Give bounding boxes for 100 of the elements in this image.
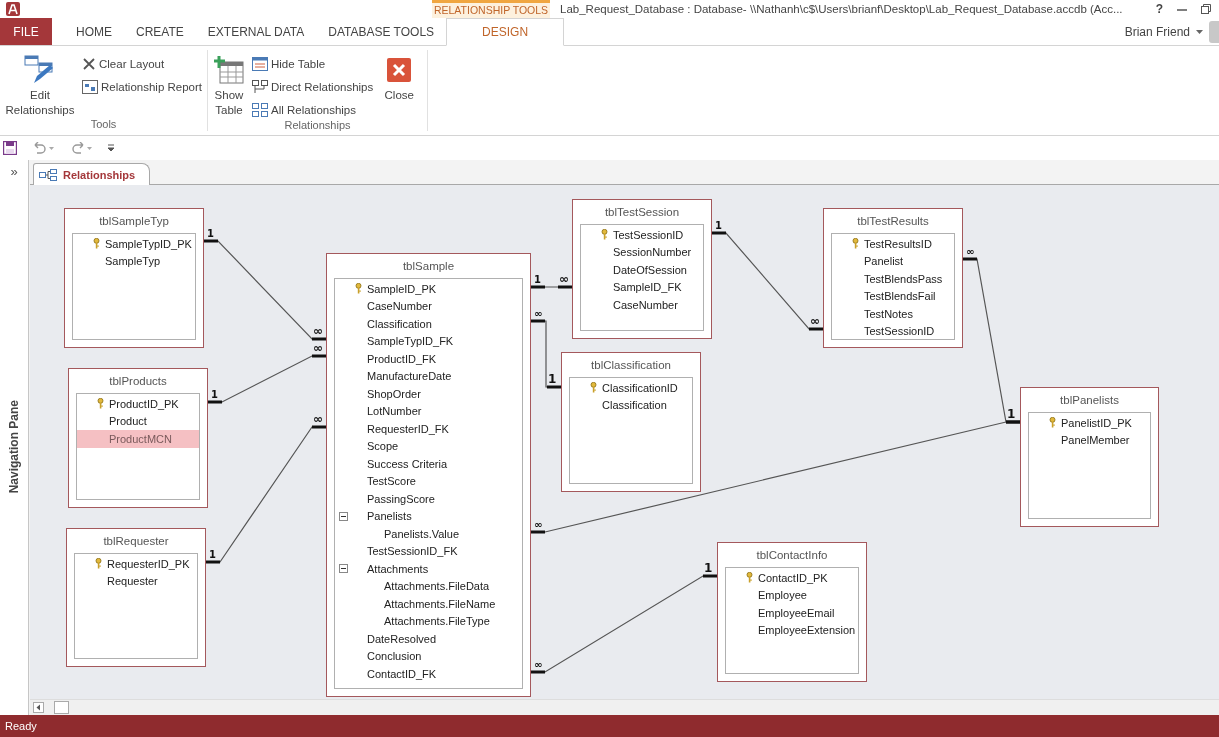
scroll-left-icon[interactable] <box>33 702 44 713</box>
field-row[interactable]: EmployeeEmail <box>726 604 858 622</box>
field-row[interactable]: ShopOrder <box>335 385 522 403</box>
document-tab[interactable]: Relationships <box>33 163 151 185</box>
field-row[interactable]: Attachments.FileType <box>335 612 522 630</box>
table-window[interactable]: tblClassification ClassificationID Classification <box>561 352 701 492</box>
ribbon-button[interactable]: Close <box>379 50 420 103</box>
field-row[interactable]: SampleTypID_PK <box>73 235 195 253</box>
field-row[interactable]: TestResultsID <box>832 235 954 253</box>
ribbon-tab[interactable]: EXTERNAL DATA <box>195 18 317 45</box>
collapse-icon[interactable] <box>338 564 348 574</box>
field-row[interactable]: PanelMember <box>1029 431 1150 449</box>
field-row[interactable]: Attachments.FileName <box>335 595 522 613</box>
field-row[interactable]: TestSessionID_FK <box>335 542 522 560</box>
field-row[interactable]: Scope <box>335 437 522 455</box>
field-row[interactable]: SampleID_PK <box>335 280 522 298</box>
field-row[interactable]: ProductMCN <box>77 430 199 448</box>
field-name: Attachments.FileType <box>383 615 491 628</box>
ribbon-tab[interactable]: DESIGN <box>446 18 565 46</box>
field-row[interactable]: DateOfSession <box>581 261 703 279</box>
field-name: CaseNumber <box>612 298 679 311</box>
ribbon-button[interactable]: All Relationships <box>252 100 374 119</box>
field-row[interactable]: Classification <box>335 315 522 333</box>
field-row[interactable]: TestNotes <box>832 305 954 323</box>
table-window[interactable]: tblRequester RequesterID_PK Requester <box>66 528 206 667</box>
field-row[interactable]: LotNumber <box>335 402 522 420</box>
field-name: CaseNumber <box>366 300 433 313</box>
field-row[interactable]: TestBlendsPass <box>832 270 954 288</box>
table-window[interactable]: tblProducts ProductID_PK Product ProductMCN <box>68 368 208 508</box>
field-row[interactable]: PassingScore <box>335 490 522 508</box>
field-row[interactable]: Success Criteria <box>335 455 522 473</box>
ribbon-button[interactable]: Relationship Report <box>82 77 202 96</box>
field-row[interactable]: Classification <box>570 396 692 414</box>
cardinality-label: ∞ <box>313 324 323 338</box>
table-window[interactable]: tblSampleTyp SampleTypID_PK SampleTyp <box>64 208 204 348</box>
ribbon-button[interactable]: Clear Layout <box>82 54 202 73</box>
field-row[interactable]: SampleID_FK <box>581 278 703 296</box>
customize-button[interactable] <box>107 144 115 152</box>
field-row[interactable]: PanelistID_PK <box>1029 414 1150 432</box>
field-row[interactable]: Panelists.Value <box>335 525 522 543</box>
field-row[interactable]: ProductID_PK <box>77 395 199 413</box>
save-icon <box>3 141 17 155</box>
field-row[interactable]: Conclusion <box>335 647 522 665</box>
field-row[interactable]: ContactID_FK <box>335 665 522 683</box>
ribbon-button[interactable]: Direct Relationships <box>252 77 374 96</box>
field-row[interactable]: SampleTyp <box>73 252 195 270</box>
field-row[interactable]: DateResolved <box>335 630 522 648</box>
app-icon[interactable] <box>6 2 20 16</box>
ribbon-button[interactable]: Show Table <box>212 50 246 118</box>
help-button[interactable]: ? <box>1155 2 1163 16</box>
table-name: tblRequester <box>103 535 169 547</box>
redo-button[interactable] <box>69 142 93 154</box>
scroll-thumb[interactable] <box>54 701 69 714</box>
field-row[interactable]: ClassificationID <box>570 379 692 397</box>
field-row[interactable]: SessionNumber <box>581 243 703 261</box>
field-row[interactable]: TestBlendsFail <box>832 287 954 305</box>
field-row[interactable]: EmployeeExtension <box>726 621 858 639</box>
ribbon-button[interactable]: Hide Table <box>252 54 374 73</box>
field-row[interactable]: Attachments.FileData <box>335 577 522 595</box>
field-row[interactable]: CaseNumber <box>335 297 522 315</box>
caret-icon[interactable] <box>1196 29 1203 34</box>
field-row[interactable]: Panelists <box>335 507 522 525</box>
table-window[interactable]: tblPanelists PanelistID_PK PanelMember <box>1020 387 1159 527</box>
field-row[interactable]: Product <box>77 412 199 430</box>
field-row[interactable]: RequesterID_PK <box>75 555 197 573</box>
cardinality-label: ∞ <box>313 412 323 426</box>
field-name: DateResolved <box>366 632 438 645</box>
field-name: Attachments.FileName <box>383 597 497 610</box>
field-name: Panelist <box>863 255 905 268</box>
field-row[interactable]: TestSessionID <box>581 226 703 244</box>
ribbon-tab[interactable]: HOME <box>64 18 124 45</box>
field-row[interactable]: Panelist <box>832 252 954 270</box>
table-window[interactable]: tblContactInfo ContactID_PK Employee EmployeeEmail EmployeeExtension <box>717 542 867 682</box>
collapse-icon[interactable] <box>338 511 348 521</box>
field-row[interactable]: Requester <box>75 572 197 590</box>
ribbon-button[interactable]: Edit Relationships <box>4 50 76 118</box>
user-name[interactable]: Brian Friend <box>1124 24 1190 39</box>
window-title: Lab_Request_Database : Database- \\Nathanh\c$\Users\brianf\Desktop\Lab_Request_Database.accdb (Acc... <box>560 3 1123 15</box>
save-button[interactable] <box>3 141 17 155</box>
field-name: ContactID_PK <box>757 571 829 584</box>
ribbon-tab[interactable]: FILE <box>0 18 52 45</box>
field-row[interactable]: SampleTypID_FK <box>335 332 522 350</box>
field-row[interactable]: Employee <box>726 586 858 604</box>
ribbon-tab[interactable]: CREATE <box>124 18 196 45</box>
field-row[interactable]: Attachments <box>335 560 522 578</box>
field-row[interactable]: RequesterID_FK <box>335 420 522 438</box>
field-row[interactable]: CaseNumber <box>581 296 703 314</box>
field-row[interactable]: ProductID_FK <box>335 350 522 368</box>
ribbon-tab[interactable]: DATABASE TOOLS <box>316 18 447 45</box>
field-name: DateOfSession <box>612 263 688 276</box>
field-name: PanelMember <box>1060 434 1131 447</box>
field-row[interactable]: TestScore <box>335 472 522 490</box>
field-row[interactable]: TestSessionID <box>832 322 954 339</box>
field-row[interactable]: ManufactureDate <box>335 367 522 385</box>
expand-button[interactable]: » <box>10 160 18 179</box>
field-row[interactable]: ContactID_PK <box>726 569 858 587</box>
table-window[interactable]: tblTestResults TestResultsID Panelist TestBlendsPass TestBlendsFail TestNotes TestSessionID <box>823 208 963 348</box>
restore-icon[interactable] <box>1201 4 1211 14</box>
table-window[interactable]: tblTestSession TestSessionID SessionNumber DateOfSession SampleID_FK CaseNumber <box>572 199 712 339</box>
navigation-pane-label[interactable]: Navigation Pane <box>7 400 21 494</box>
